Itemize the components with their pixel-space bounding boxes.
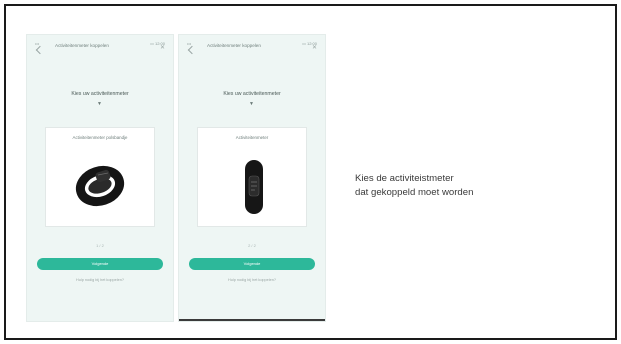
close-icon[interactable]: ✕	[160, 44, 165, 51]
screen-heading: Kies uw activiteitenmeter	[223, 91, 281, 97]
instruction-line-2: dat gekoppeld moet worden	[355, 187, 474, 198]
screen-title: Activiteitenmeter koppelen	[55, 43, 109, 48]
phone-screen-1: ••• ▭ 12:00 Activiteitenmeter koppelen ✕…	[26, 34, 174, 322]
screen-title: Activiteitenmeter koppelen	[207, 43, 261, 48]
pager-indicator: 2 / 2	[248, 243, 256, 248]
close-icon[interactable]: ✕	[312, 44, 317, 51]
fitness-tracker-device-icon	[245, 160, 263, 214]
device-card[interactable]: Activiteitenmeter polsbandje	[45, 127, 155, 227]
phone-screen-2: ••• ▭ 12:00 Activiteitenmeter koppelen ✕…	[178, 34, 326, 322]
screen-heading: Kies uw activiteitenmeter	[71, 91, 129, 97]
slide-frame: ••• ▭ 12:00 Activiteitenmeter koppelen ✕…	[4, 4, 617, 340]
screen-divider	[179, 319, 325, 321]
instruction-text: Kies de activiteistmeter dat gekoppeld m…	[355, 172, 555, 200]
pager-indicator: 1 / 2	[96, 243, 104, 248]
next-button[interactable]: Volgende	[37, 258, 163, 270]
help-link[interactable]: Hulp nodig bij het koppelen?	[27, 278, 173, 282]
instruction-line-1: Kies de activiteistmeter	[355, 173, 454, 184]
next-button[interactable]: Volgende	[189, 258, 315, 270]
device-card[interactable]: Activiteitenmeter	[197, 127, 307, 227]
help-link[interactable]: Hulp nodig bij het koppelen?	[179, 278, 325, 282]
wristband-device-icon	[75, 165, 125, 207]
chevron-down-icon[interactable]: ▼	[97, 101, 102, 107]
chevron-down-icon[interactable]: ▼	[249, 101, 254, 107]
